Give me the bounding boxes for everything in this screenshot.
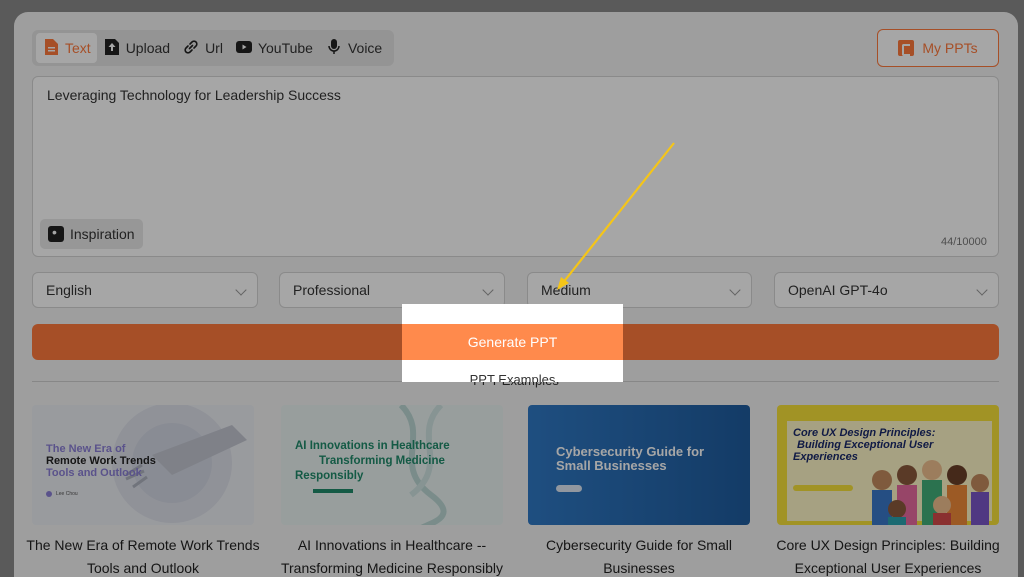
annotation-arrow — [557, 142, 675, 290]
arrow-shaft — [561, 142, 675, 285]
